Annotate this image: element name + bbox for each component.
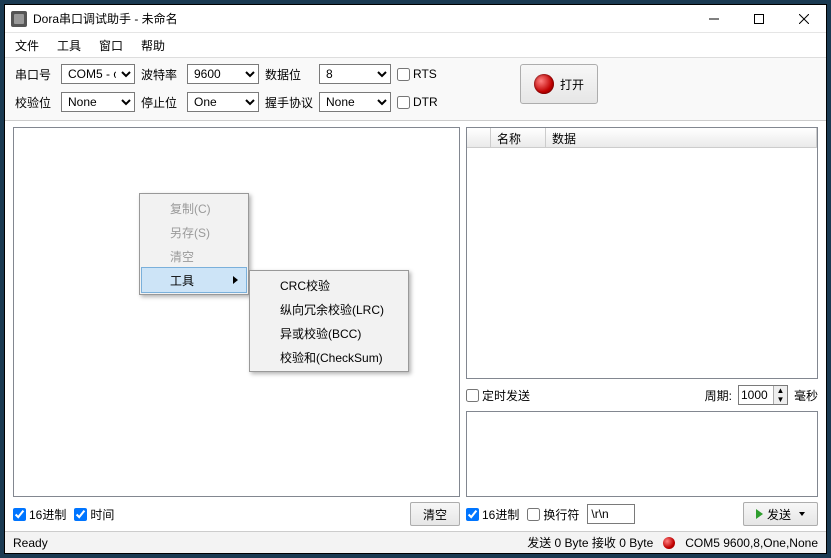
parity-select[interactable]: None [61,92,135,112]
status-bytes: 发送 0 Byte 接收 0 Byte [527,534,653,551]
clear-receive-label: 清空 [423,506,447,523]
ctx-checksum[interactable]: 校验和(CheckSum) [252,345,406,369]
context-menu[interactable]: 复制(C) 另存(S) 清空 工具 [139,193,249,295]
rx-time-checkbox[interactable]: 时间 [74,506,114,523]
dropdown-icon [799,512,805,516]
main-area: 16进制 时间 清空 名称 数据 定时发送 周期: 1000 [5,121,826,531]
stopbits-label: 停止位 [141,94,181,111]
ctx-bcc[interactable]: 异或校验(BCC) [252,321,406,345]
menu-tool[interactable]: 工具 [57,37,81,54]
newline-input[interactable] [587,504,635,524]
title-bar: Dora串口调试助手 - 未命名 [5,5,826,33]
menu-window[interactable]: 窗口 [99,37,123,54]
toolbar-row-2: 校验位 None 停止位 One 握手协议 None DTR [15,90,816,114]
window-controls [691,5,826,33]
status-port: COM5 9600,8,One,None [685,536,818,550]
ctx-crc[interactable]: CRC校验 [252,273,406,297]
rts-label: RTS [413,67,437,81]
stopbits-select[interactable]: One [187,92,259,112]
period-value: 1000 [741,388,768,402]
close-button[interactable] [781,5,826,33]
handshake-select[interactable]: None [319,92,391,112]
clear-receive-button[interactable]: 清空 [410,502,460,526]
rx-hex-checkbox[interactable]: 16进制 [13,506,66,523]
timer-send-label: 定时发送 [482,387,530,404]
period-label: 周期: [705,387,732,404]
rx-time-label: 时间 [90,506,114,523]
ctx-saveas[interactable]: 另存(S) [142,220,246,244]
menu-file[interactable]: 文件 [15,37,39,54]
send-grid[interactable]: 名称 数据 [466,127,818,379]
minimize-button[interactable] [691,5,736,33]
open-port-button[interactable]: 打开 [520,64,598,104]
grid-col-name: 名称 [491,128,546,147]
play-icon [756,509,763,519]
window-title: Dora串口调试助手 - 未命名 [33,10,691,27]
grid-body[interactable] [467,148,817,378]
context-submenu-tool[interactable]: CRC校验 纵向冗余校验(LRC) 异或校验(BCC) 校验和(CheckSum… [249,270,409,372]
tx-hex-checkbox[interactable]: 16进制 [466,506,519,523]
spinner-buttons[interactable]: ▲▼ [773,386,787,404]
status-ready: Ready [13,536,48,550]
menu-help[interactable]: 帮助 [141,37,165,54]
parity-label: 校验位 [15,94,55,111]
grid-header: 名称 数据 [467,128,817,148]
send-button[interactable]: 发送 [743,502,818,526]
toolbar: 串口号 COM5 - com 波特率 9600 数据位 8 RTS 校验位 No… [5,57,826,121]
send-button-label: 发送 [767,506,791,523]
send-options-row: 16进制 换行符 发送 [466,501,818,527]
receive-options-row: 16进制 时间 清空 [13,501,460,527]
toolbar-row-1: 串口号 COM5 - com 波特率 9600 数据位 8 RTS [15,62,816,86]
app-window: Dora串口调试助手 - 未命名 文件 工具 窗口 帮助 串口号 COM5 - … [4,4,827,554]
baud-label: 波特率 [141,66,181,83]
newline-label: 换行符 [543,506,579,523]
dtr-checkbox[interactable]: DTR [397,95,438,109]
send-textarea[interactable] [466,411,818,497]
rts-checkbox[interactable]: RTS [397,67,437,81]
databits-label: 数据位 [265,66,313,83]
chevron-right-icon [233,276,238,284]
baud-select[interactable]: 9600 [187,64,259,84]
send-panel: 名称 数据 定时发送 周期: 1000 ▲▼ 毫秒 16进制 换行符 [466,127,818,527]
handshake-label: 握手协议 [265,94,313,111]
open-port-label: 打开 [560,76,584,93]
maximize-button[interactable] [736,5,781,33]
databits-select[interactable]: 8 [319,64,391,84]
port-label: 串口号 [15,66,55,83]
period-spinner[interactable]: 1000 ▲▼ [738,385,788,405]
timer-send-checkbox[interactable]: 定时发送 [466,387,530,404]
ctx-tool[interactable]: 工具 [142,268,246,292]
menu-bar: 文件 工具 窗口 帮助 [5,33,826,57]
timer-row: 定时发送 周期: 1000 ▲▼ 毫秒 [466,383,818,407]
grid-col-blank [467,128,491,147]
period-unit: 毫秒 [794,387,818,404]
status-bar: Ready 发送 0 Byte 接收 0 Byte COM5 9600,8,On… [5,531,826,553]
tx-hex-label: 16进制 [482,506,519,523]
grid-col-data: 数据 [546,128,817,147]
dtr-label: DTR [413,95,438,109]
ctx-lrc[interactable]: 纵向冗余校验(LRC) [252,297,406,321]
ctx-clear[interactable]: 清空 [142,244,246,268]
ctx-copy[interactable]: 复制(C) [142,196,246,220]
app-icon [11,11,27,27]
newline-checkbox[interactable]: 换行符 [527,506,579,523]
port-select[interactable]: COM5 - com [61,64,135,84]
status-led-icon [663,537,675,549]
rx-hex-label: 16进制 [29,506,66,523]
port-led-icon [534,74,554,94]
